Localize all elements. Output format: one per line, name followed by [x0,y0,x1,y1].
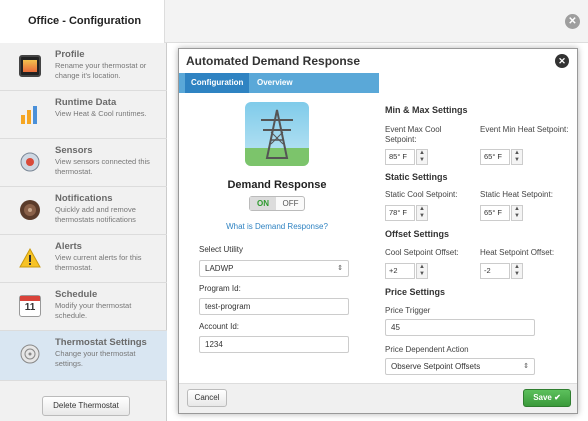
utility-select[interactable]: LADWP ⇕ [199,260,349,277]
demand-response-modal: Automated Demand Response ✕ Configuratio… [178,48,578,414]
price-trigger-label: Price Trigger [385,306,431,315]
heat-offset-stepper[interactable]: ▲ ▼ [511,263,523,279]
modal-footer: Cancel Save ✔ [179,383,577,413]
down-arrow-icon[interactable]: ▼ [417,271,427,278]
cool-offset-label: Cool Setpoint Offset: [385,248,459,257]
down-arrow-icon[interactable]: ▼ [512,157,522,164]
window-title: Office - Configuration [0,0,165,43]
select-arrows-icon: ⇕ [523,363,529,370]
sidebar-item-schedule[interactable]: 11 Schedule Modify your thermostat sched… [0,283,167,331]
window-close-icon[interactable]: ✕ [565,14,580,29]
up-arrow-icon[interactable]: ▲ [417,206,427,213]
calendar-icon-day: 11 [24,302,36,313]
demand-response-toggle[interactable]: ON OFF [249,196,305,211]
static-cool-stepper[interactable]: ▲ ▼ [416,205,428,221]
program-id-label: Program Id: [199,284,241,293]
sidebar-item-title: Runtime Data [55,97,117,108]
warning-icon [19,247,41,269]
cancel-button[interactable]: Cancel [187,389,227,407]
sidebar-item-notifications[interactable]: Notifications Quickly add and remove the… [0,187,167,235]
account-id-label: Account Id: [199,322,240,331]
up-arrow-icon[interactable]: ▲ [417,264,427,271]
sidebar-item-desc: Rename your thermostat or change it's lo… [55,61,147,80]
sidebar-item-profile[interactable]: Profile Rename your thermostat or change… [0,43,167,91]
utility-select-value: LADWP [205,264,234,273]
sidebar-item-title: Profile [55,49,85,60]
max-cool-stepper[interactable]: ▲ ▼ [416,149,428,165]
notification-icon [19,199,41,221]
save-button[interactable]: Save ✔ [523,389,571,407]
sidebar-item-title: Thermostat Settings [55,337,147,348]
price-action-value: Observe Setpoint Offsets [391,362,481,371]
down-arrow-icon[interactable]: ▼ [512,271,522,278]
profile-icon [19,55,41,77]
toggle-on[interactable]: ON [250,197,276,210]
sidebar-item-desc: Quickly add and remove thermostats notif… [55,205,136,224]
cool-offset-input[interactable]: +2 [385,263,415,279]
power-tower-icon [245,102,309,166]
static-cool-label: Static Cool Setpoint: [385,190,458,199]
price-trigger-input[interactable]: 45 [385,319,535,336]
account-id-input[interactable]: 1234 [199,336,349,353]
up-arrow-icon[interactable]: ▲ [512,150,522,157]
window-header: Office - Configuration ✕ [0,0,588,43]
sidebar-item-title: Alerts [55,241,82,252]
price-action-select[interactable]: Observe Setpoint Offsets ⇕ [385,358,535,375]
static-cool-input[interactable]: 78° F [385,205,415,221]
calendar-icon: 11 [19,295,41,317]
min-heat-stepper[interactable]: ▲ ▼ [511,149,523,165]
sidebar-item-alerts[interactable]: Alerts View current alerts for this ther… [0,235,167,283]
sensor-icon [19,151,41,173]
utility-label: Select Utility [199,245,244,254]
sidebar-item-sensors[interactable]: Sensors View sensors connected this ther… [0,139,167,187]
sidebar-item-desc: View current alerts for this thermostat. [55,253,142,272]
sidebar-item-title: Sensors [55,145,93,156]
sidebar-item-title: Schedule [55,289,98,300]
up-arrow-icon[interactable]: ▲ [417,150,427,157]
tab-bar: Configuration Overview [179,73,379,93]
sidebar-item-thermostat-settings[interactable]: Thermostat Settings Change your thermost… [0,331,167,381]
sidebar-item-desc: View Heat & Cool runtimes. [55,109,147,118]
sidebar-item-desc: View sensors connected this thermostat. [55,157,150,176]
down-arrow-icon[interactable]: ▼ [417,213,427,220]
tab-configuration[interactable]: Configuration [185,73,250,93]
modal-title: Automated Demand Response [186,54,361,68]
static-heat-stepper[interactable]: ▲ ▼ [511,205,523,221]
min-heat-input[interactable]: 65° F [480,149,510,165]
static-section-title: Static Settings [385,172,448,182]
bar-chart-icon [19,103,41,125]
heat-offset-input[interactable]: -2 [480,263,510,279]
modal-header: Automated Demand Response ✕ [179,49,577,73]
offset-section-title: Offset Settings [385,229,450,239]
what-is-dr-link[interactable]: What is Demand Response? [199,222,355,231]
cool-offset-stepper[interactable]: ▲ ▼ [416,263,428,279]
sidebar-item-runtime-data[interactable]: Runtime Data View Heat & Cool runtimes. [0,91,167,139]
sidebar-item-desc: Change your thermostat settings. [55,349,136,368]
heat-offset-label: Heat Setpoint Offset: [480,248,555,257]
max-cool-label: Event Max Cool Setpoint: [385,125,442,144]
minmax-section-title: Min & Max Settings [385,105,468,115]
program-id-input[interactable]: test-program [199,298,349,315]
static-heat-label: Static Heat Setpoint: [480,190,553,199]
toggle-off[interactable]: OFF [277,197,304,210]
close-icon[interactable]: ✕ [555,54,569,68]
down-arrow-icon[interactable]: ▼ [417,157,427,164]
min-heat-label: Event Min Heat Setpoint: [480,125,569,134]
static-heat-input[interactable]: 65° F [480,205,510,221]
max-cool-input[interactable]: 85° F [385,149,415,165]
delete-thermostat-button[interactable]: Delete Thermostat [42,396,130,416]
down-arrow-icon[interactable]: ▼ [512,213,522,220]
tab-overview[interactable]: Overview [251,73,299,93]
sidebar: Profile Rename your thermostat or change… [0,43,167,421]
up-arrow-icon[interactable]: ▲ [512,206,522,213]
sidebar-item-desc: Modify your thermostat schedule. [55,301,132,320]
price-section-title: Price Settings [385,287,446,297]
up-arrow-icon[interactable]: ▲ [512,264,522,271]
settings-dial-icon [19,343,41,365]
demand-response-heading: Demand Response [227,179,327,191]
price-action-label: Price Dependent Action [385,345,469,354]
sidebar-item-title: Notifications [55,193,113,204]
select-arrows-icon: ⇕ [337,265,343,272]
